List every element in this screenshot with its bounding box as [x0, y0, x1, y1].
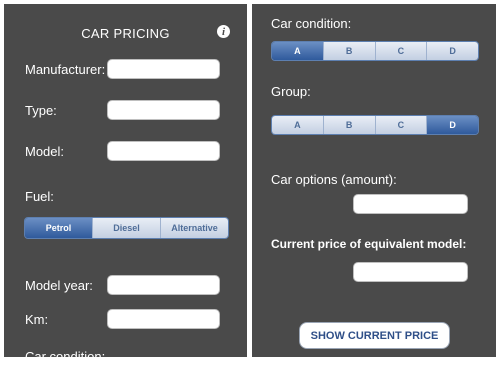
- km-label: Km:: [25, 312, 49, 327]
- show-current-price-button[interactable]: SHOW CURRENT PRICE: [299, 322, 450, 349]
- condition-option-d[interactable]: D: [426, 42, 478, 60]
- fuel-label: Fuel:: [25, 189, 54, 204]
- group-option-c[interactable]: C: [374, 116, 427, 134]
- page-title: CAR PRICING: [81, 26, 170, 41]
- manufacturer-input[interactable]: [107, 59, 220, 79]
- screen-car-pricing-bottom: Car condition: A B C D Group: A B C D Ca…: [252, 4, 496, 357]
- screen-car-pricing-top: CAR PRICING i Manufacturer: Type: Model:…: [4, 4, 247, 357]
- condition-segmented-control: A B C D: [271, 41, 479, 61]
- model-input[interactable]: [107, 141, 220, 161]
- car-options-label: Car options (amount):: [271, 172, 397, 187]
- condition-option-b[interactable]: B: [322, 42, 375, 60]
- group-option-b[interactable]: B: [322, 116, 375, 134]
- type-input[interactable]: [107, 100, 220, 120]
- model-year-label: Model year:: [25, 278, 93, 293]
- km-input[interactable]: [107, 309, 220, 329]
- condition-option-c[interactable]: C: [374, 42, 427, 60]
- group-label: Group:: [271, 84, 311, 99]
- car-condition-label-cut: Car condition:: [25, 349, 106, 357]
- condition-option-a[interactable]: A: [272, 42, 323, 60]
- manufacturer-label: Manufacturer:: [25, 62, 106, 77]
- info-icon[interactable]: i: [217, 25, 230, 38]
- model-label: Model:: [25, 144, 65, 159]
- car-options-input[interactable]: [353, 194, 468, 214]
- group-option-d[interactable]: D: [426, 116, 478, 134]
- car-condition-label: Car condition:: [271, 16, 352, 31]
- current-price-label: Current price of equivalent model:: [271, 237, 467, 251]
- model-year-input[interactable]: [107, 275, 220, 295]
- fuel-option-alternative[interactable]: Alternative: [160, 218, 228, 238]
- group-segmented-control: A B C D: [271, 115, 479, 135]
- current-price-input[interactable]: [353, 262, 468, 282]
- fuel-segmented-control: Petrol Diesel Alternative: [24, 217, 229, 239]
- fuel-option-petrol[interactable]: Petrol: [25, 218, 92, 238]
- fuel-option-diesel[interactable]: Diesel: [92, 218, 160, 238]
- type-label: Type:: [25, 103, 57, 118]
- group-option-a[interactable]: A: [272, 116, 323, 134]
